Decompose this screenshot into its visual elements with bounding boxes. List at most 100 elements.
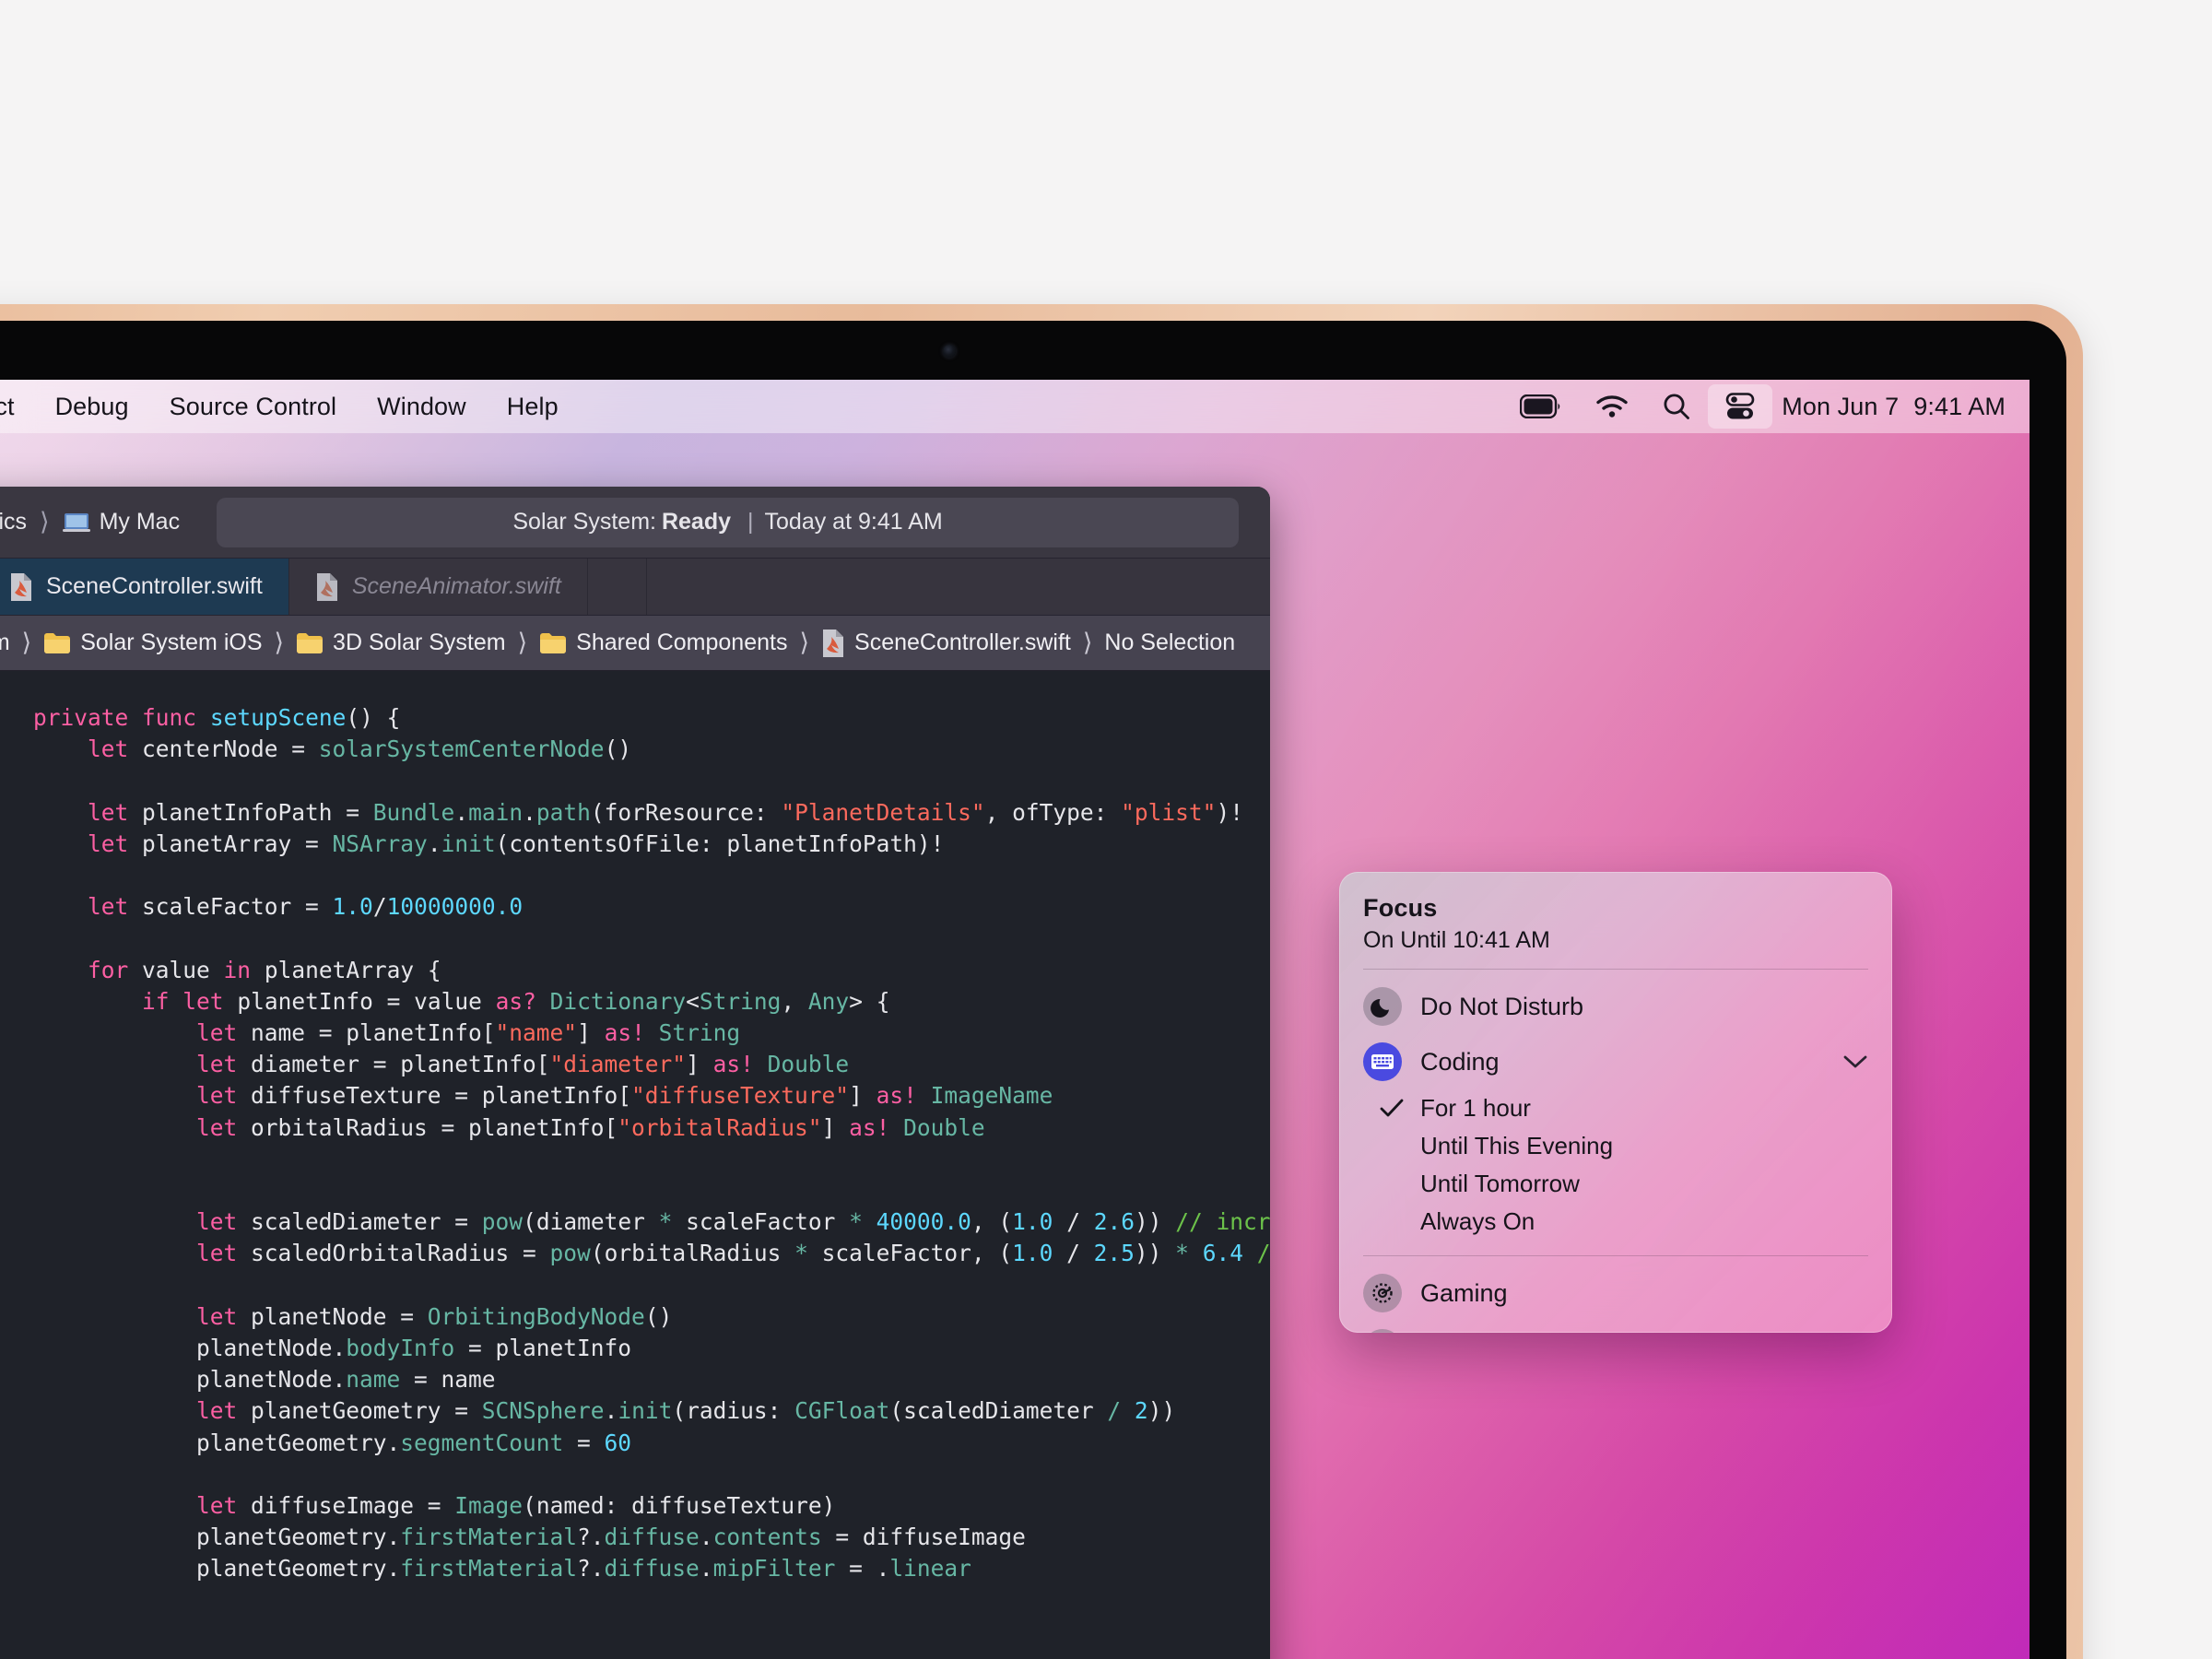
clock-date: Mon Jun 7	[1782, 392, 1900, 420]
source-editor[interactable]: 8384 private func setupScene() {85 let c…	[0, 671, 1270, 1659]
code-line[interactable]: 97 let orbitalRadius = planetInfo["orbit…	[0, 1112, 1270, 1144]
focus-duration-label: For 1 hour	[1420, 1094, 1531, 1122]
focus-duration-until-this-evening[interactable]: Until This Evening	[1339, 1127, 1892, 1165]
code-line[interactable]: 101 let scaledOrbitalRadius = pow(orbita…	[0, 1238, 1270, 1269]
mac-icon	[62, 512, 90, 532]
code-line[interactable]: 93 if let planetInfo = value as? Diction…	[0, 986, 1270, 1018]
editor-tab-sceneanimator[interactable]: SceneAnimator.swift	[289, 559, 588, 615]
breadcrumb-label: 3D Solar System	[333, 629, 506, 655]
breadcrumb-label: SceneController.swift	[854, 629, 1071, 655]
code-line[interactable]: 103 let planetNode = OrbitingBodyNode()	[0, 1301, 1270, 1333]
menu-product[interactable]: Product	[0, 393, 35, 421]
code-line[interactable]: 109 let diffuseImage = Image(named: diff…	[0, 1490, 1270, 1522]
code-text: let diffuseTexture = planetInfo["diffuse…	[196, 1082, 1053, 1110]
focus-duration-label: Until Tomorrow	[1420, 1170, 1580, 1197]
code-line[interactable]: 105 planetNode.name = name	[0, 1364, 1270, 1395]
code-line[interactable]: 92 for value in planetArray {	[0, 955, 1270, 986]
breadcrumb-chevron-icon: ⟩	[21, 629, 32, 656]
focus-duration-for-1-hour[interactable]: For 1 hour	[1339, 1089, 1892, 1127]
swift-file-icon	[316, 572, 337, 601]
code-line[interactable]: 111 planetGeometry.firstMaterial?.diffus…	[0, 1553, 1270, 1584]
breadcrumb: Solar System ⟩ Solar System iOS ⟩	[0, 616, 1270, 671]
code-line[interactable]: 86	[0, 766, 1270, 797]
code-text: let name = planetInfo["name"] as! String	[196, 1019, 741, 1047]
code-line[interactable]: 91	[0, 924, 1270, 955]
focus-mode-personal[interactable]: Personal	[1339, 1321, 1892, 1333]
code-line[interactable]: 96 let diffuseTexture = planetInfo["diff…	[0, 1080, 1270, 1112]
breadcrumb-chevron-icon: ⟩	[517, 629, 528, 656]
spotlight-search-item[interactable]	[1645, 380, 1708, 433]
code-text: planetNode.bodyInfo = planetInfo	[196, 1334, 632, 1361]
code-line[interactable]: 110 planetGeometry.firstMaterial?.diffus…	[0, 1522, 1270, 1553]
destination-selector[interactable]: My Mac	[62, 509, 181, 535]
code-line[interactable]: 106 let planetGeometry = SCNSphere.init(…	[0, 1395, 1270, 1427]
code-line[interactable]: 104 planetNode.bodyInfo = planetInfo	[0, 1333, 1270, 1364]
focus-header: Focus On Until 10:41 AM	[1339, 890, 1892, 954]
breadcrumb-item-selection[interactable]: No Selection	[1104, 629, 1235, 656]
code-line[interactable]: 83	[0, 671, 1270, 702]
destination-label: My Mac	[99, 509, 181, 535]
code-line[interactable]: 84 private func setupScene() {	[0, 702, 1270, 734]
swift-file-icon	[823, 629, 844, 657]
code-text: planetGeometry.firstMaterial?.diffuse.mi…	[196, 1555, 971, 1583]
breadcrumb-label: Solar System	[0, 629, 10, 655]
control-center-item[interactable]	[1708, 384, 1773, 429]
breadcrumb-chevron-icon: ⟩	[799, 629, 810, 656]
menu-help[interactable]: Help	[487, 393, 579, 421]
code-line[interactable]: 108	[0, 1459, 1270, 1490]
code-text: let scaledOrbitalRadius = pow(orbitalRad…	[196, 1240, 1270, 1267]
focus-duration-always-on[interactable]: Always On	[1339, 1203, 1892, 1241]
code-line[interactable]: 94 let name = planetInfo["name"] as! Str…	[0, 1018, 1270, 1049]
macbook-device: torProductDebugSource ControlWindowHelp	[0, 304, 2083, 1659]
breadcrumb-item-folder-1[interactable]: Solar System iOS	[43, 629, 263, 656]
scheme-selector[interactable]: PlanetPhysics	[0, 509, 27, 535]
breadcrumb-item-folder-2[interactable]: 3D Solar System	[296, 629, 506, 656]
display-bezel: torProductDebugSource ControlWindowHelp	[0, 321, 2066, 1659]
code-line[interactable]: 90 let scaleFactor = 1.0/10000000.0	[0, 891, 1270, 923]
breadcrumb-item-folder-3[interactable]: Shared Components	[539, 629, 787, 656]
code-text: let scaleFactor = 1.0/10000000.0	[88, 893, 524, 921]
code-line[interactable]: 99	[0, 1175, 1270, 1206]
focus-mode-coding[interactable]: Coding	[1339, 1034, 1892, 1089]
focus-mode-do-not-disturb[interactable]: Do Not Disturb	[1339, 979, 1892, 1034]
battery-status-item[interactable]	[1503, 380, 1579, 433]
code-text: if let planetInfo = value as? Dictionary…	[142, 987, 890, 1015]
activity-status-view: Solar System: Ready | Today at 9:41 AM	[217, 497, 1239, 547]
code-text: let planetInfoPath = Bundle.main.path(fo…	[88, 798, 1243, 826]
code-line[interactable]: 85 let centerNode = solarSystemCenterNod…	[0, 734, 1270, 765]
focus-duration-until-tomorrow[interactable]: Until Tomorrow	[1339, 1165, 1892, 1203]
focus-mode-disclosure[interactable]	[1842, 1053, 1868, 1070]
code-line[interactable]: 89	[0, 860, 1270, 891]
editor-tab-empty[interactable]	[588, 559, 647, 615]
swift-file-icon	[11, 572, 31, 601]
person-badge	[1363, 1329, 1402, 1333]
code-line[interactable]: 95 let diameter = planetInfo["diameter"]…	[0, 1049, 1270, 1080]
code-text: private func setupScene() {	[33, 704, 401, 732]
folder-icon	[540, 632, 567, 653]
code-line[interactable]: 87 let planetInfoPath = Bundle.main.path…	[0, 797, 1270, 829]
search-icon	[1664, 394, 1690, 419]
code-line[interactable]: 102	[0, 1270, 1270, 1301]
breadcrumb-item-file[interactable]: SceneController.swift	[821, 629, 1071, 658]
menu-source-control[interactable]: Source Control	[149, 393, 358, 421]
editor-tab-bar: SceneController.swift SceneAnimator.swif…	[0, 559, 1270, 616]
menu-bar-clock[interactable]: Mon Jun 7 9:41 AM	[1772, 393, 2009, 421]
xcode-toolbar: PlanetPhysics ⟩ My Mac Sola	[0, 487, 1270, 559]
wifi-status-item[interactable]	[1579, 380, 1645, 433]
code-line[interactable]: 88 let planetArray = NSArray.init(conten…	[0, 829, 1270, 860]
code-line[interactable]: 100 let scaledDiameter = pow(diameter * …	[0, 1206, 1270, 1238]
code-text: planetGeometry.segmentCount = 60	[196, 1429, 632, 1456]
menu-window[interactable]: Window	[357, 393, 487, 421]
editor-tab-scenecontroller[interactable]: SceneController.swift	[0, 559, 289, 615]
code-text: let diameter = planetInfo["diameter"] as…	[196, 1051, 850, 1078]
code-line[interactable]: 98	[0, 1144, 1270, 1175]
breadcrumb-item-project[interactable]: Solar System	[0, 629, 10, 658]
menu-bar-left: torProductDebugSource ControlWindowHelp	[0, 393, 579, 421]
menu-bar: torProductDebugSource ControlWindowHelp	[0, 380, 2030, 433]
code-line[interactable]: 112	[0, 1584, 1270, 1616]
menu-bar-status-area: Mon Jun 7 9:41 AM	[1503, 380, 2030, 433]
menu-debug[interactable]: Debug	[35, 393, 149, 421]
code-line[interactable]: 107 planetGeometry.segmentCount = 60	[0, 1428, 1270, 1459]
focus-mode-gaming[interactable]: Gaming	[1339, 1265, 1892, 1321]
moon-icon	[1371, 998, 1389, 1018]
